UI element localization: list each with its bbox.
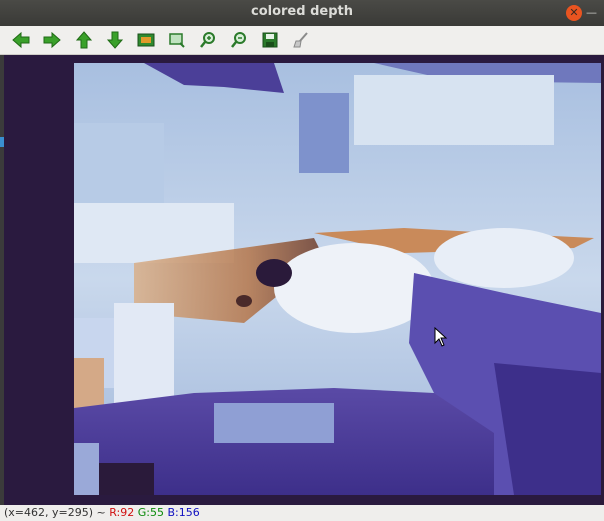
app-window: colored depth ✕ — (x=462, y=295) ~ R:92 … [0,0,604,521]
zoom-out-button[interactable] [228,29,250,51]
image-button[interactable] [135,29,157,51]
minimize-button[interactable]: — [586,5,604,21]
pan-down-button[interactable] [104,29,126,51]
down-arrow-icon [106,31,124,49]
pixel-blue-value: B:156 [167,506,200,519]
mouse-pointer-icon [434,326,448,351]
status-bar: (x=462, y=295) ~ R:92 G:55 B:156 [0,505,604,521]
properties-button[interactable] [290,29,312,51]
back-button[interactable] [10,29,32,51]
zoom-in-icon [200,32,215,48]
up-arrow-icon [75,31,93,49]
toolbar [0,26,604,55]
save-icon [262,32,278,48]
zoom-in-button[interactable] [197,29,219,51]
pixel-red-value: R:92 [109,506,135,519]
depth-map-graphic [74,63,601,495]
image-canvas[interactable] [4,55,601,505]
zoom-out-icon [231,32,246,48]
window-title: colored depth [251,4,353,19]
properties-brush-icon [293,32,308,48]
colored-depth-image[interactable] [74,63,601,495]
forward-button[interactable] [41,29,63,51]
image-icon [137,33,155,47]
zoom-rect-button[interactable] [166,29,188,51]
pan-up-button[interactable] [73,29,95,51]
save-button[interactable] [259,29,281,51]
close-button[interactable]: ✕ [566,5,582,21]
pixel-green-value: G:55 [137,506,164,519]
back-arrow-icon [12,31,30,49]
title-bar[interactable]: colored depth ✕ — [0,0,604,26]
forward-arrow-icon [43,31,61,49]
cursor-coordinates: (x=462, y=295) ~ [4,506,106,519]
zoom-rect-icon [169,33,185,48]
